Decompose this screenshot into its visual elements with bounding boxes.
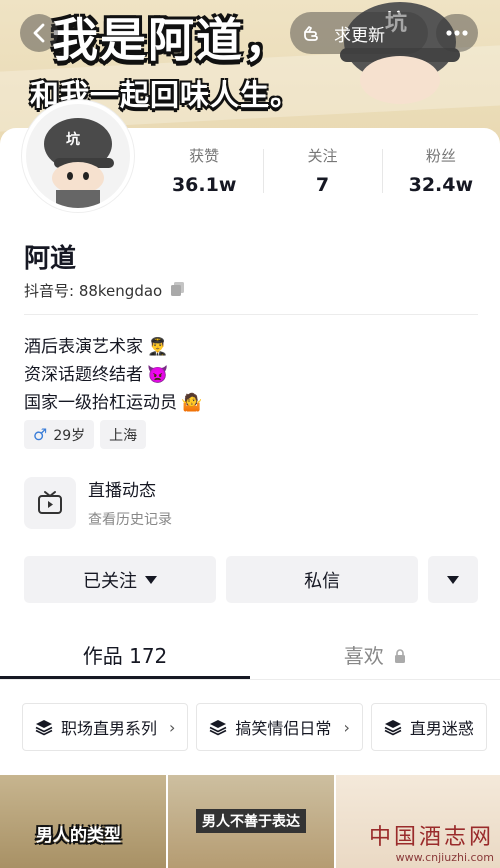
douyin-id-row: 抖音号: 88kengdao <box>24 280 186 301</box>
stat-label: 关注 <box>307 147 338 165</box>
layers-icon <box>210 720 227 736</box>
video-thumbnail[interactable]: 男人的类型 <box>0 775 166 868</box>
tab-likes-label: 喜欢 <box>343 644 384 668</box>
video-caption: 男人不善于表达 <box>196 809 306 833</box>
collection-label: 职场直男系列 <box>61 719 158 738</box>
avatar-mascot-image: 坑 <box>44 118 114 208</box>
watermark-title: 中国酒志网 <box>368 825 494 850</box>
stat-following[interactable]: 关注 7 <box>263 143 381 203</box>
hand-pointing-icon <box>304 26 318 41</box>
collection-label: 搞笑情侣日常 <box>235 719 332 738</box>
message-label: 私信 <box>304 570 341 592</box>
bio-line: 酒后表演艺术家 👨‍✈️ <box>24 333 202 361</box>
bio-line: 资深话题终结者 👿 <box>24 361 202 389</box>
stat-followers[interactable]: 粉丝 32.4w <box>381 143 500 203</box>
age-tag: ♂ 29岁 <box>24 420 95 449</box>
watermark-url: www.cnjiuzhi.com <box>395 851 494 864</box>
collection-chip[interactable]: 搞笑情侣日常 › <box>196 703 363 751</box>
live-title: 直播动态 <box>88 481 156 501</box>
collections-row: 职场直男系列 › 搞笑情侣日常 › 直男迷惑 <box>22 703 500 751</box>
douyin-id: 抖音号: 88kengdao <box>24 282 163 300</box>
male-icon: ♂ <box>33 425 48 444</box>
stat-label: 获赞 <box>189 147 220 165</box>
bio-text: 酒后表演艺术家 <box>24 337 143 357</box>
watermark: 中国酒志网 www.cnjiuzhi.com <box>369 819 494 864</box>
collection-chip[interactable]: 直男迷惑 <box>370 703 487 751</box>
chevron-right-icon: › <box>343 717 350 737</box>
caret-down-icon <box>145 575 158 584</box>
profile-actions: 已关注 私信 <box>24 556 478 603</box>
avatar[interactable]: 坑 <box>22 100 134 212</box>
stat-label: 粉丝 <box>425 147 456 165</box>
bio-emoji: 🤷 <box>181 393 203 413</box>
more-options-button[interactable] <box>436 14 478 52</box>
collection-label: 直男迷惑 <box>409 719 474 738</box>
stat-value: 7 <box>315 174 330 196</box>
tab-works[interactable]: 作品 172 <box>0 630 250 678</box>
more-dots-icon <box>446 30 468 36</box>
caret-down-icon <box>447 575 460 584</box>
bio-text: 资深话题终结者 <box>24 365 143 385</box>
stat-value: 36.1w <box>171 174 237 196</box>
bio-text: 国家一级抬杠运动员 <box>24 393 177 413</box>
back-arrow-icon <box>33 23 45 43</box>
profile-name: 阿道 <box>24 244 77 274</box>
profile-tags: ♂ 29岁 上海 <box>24 420 147 449</box>
stat-likes[interactable]: 获赞 36.1w <box>145 143 263 203</box>
location-text: 上海 <box>109 427 138 444</box>
following-button[interactable]: 已关注 <box>24 556 217 603</box>
message-button[interactable]: 私信 <box>226 556 419 603</box>
profile-divider <box>24 314 478 315</box>
layers-icon <box>384 720 402 736</box>
collection-chip[interactable]: 职场直男系列 › <box>22 703 189 751</box>
profile-stats: 获赞 36.1w 关注 7 粉丝 32.4w <box>145 143 500 203</box>
stat-value: 32.4w <box>408 174 474 196</box>
chevron-right-icon: › <box>169 717 176 737</box>
video-caption: 男人的类型 <box>36 826 121 846</box>
following-label: 已关注 <box>83 570 138 592</box>
tv-icon <box>24 476 76 529</box>
content-tabs: 作品 172 喜欢 <box>0 630 500 678</box>
live-history-entry[interactable]: 直播动态 查看历史记录 <box>24 476 172 529</box>
video-thumbnail[interactable]: 男人不善于表达 <box>168 775 334 868</box>
svg-text:坑: 坑 <box>66 131 80 148</box>
layers-icon <box>35 720 53 736</box>
live-subtitle: 查看历史记录 <box>88 512 172 528</box>
copy-icon[interactable] <box>170 281 186 301</box>
tab-likes[interactable]: 喜欢 <box>250 630 500 678</box>
request-update-button[interactable]: 求更新 <box>290 12 428 54</box>
banner-slogan-line1: 我是阿道， <box>52 13 292 67</box>
back-button[interactable] <box>20 14 58 52</box>
request-update-label: 求更新 <box>334 25 385 46</box>
bio-line: 国家一级抬杠运动员 🤷 <box>24 389 202 417</box>
tabs-divider <box>0 679 500 680</box>
bio-emoji: 👿 <box>147 365 169 385</box>
location-tag: 上海 <box>100 420 147 449</box>
lock-icon <box>395 649 406 663</box>
more-actions-dropdown[interactable] <box>428 556 478 603</box>
bio-emoji: 👨‍✈️ <box>147 337 169 357</box>
age-text: 29岁 <box>53 427 86 444</box>
profile-bio: 酒后表演艺术家 👨‍✈️ 资深话题终结者 👿 国家一级抬杠运动员 🤷 <box>24 333 202 417</box>
